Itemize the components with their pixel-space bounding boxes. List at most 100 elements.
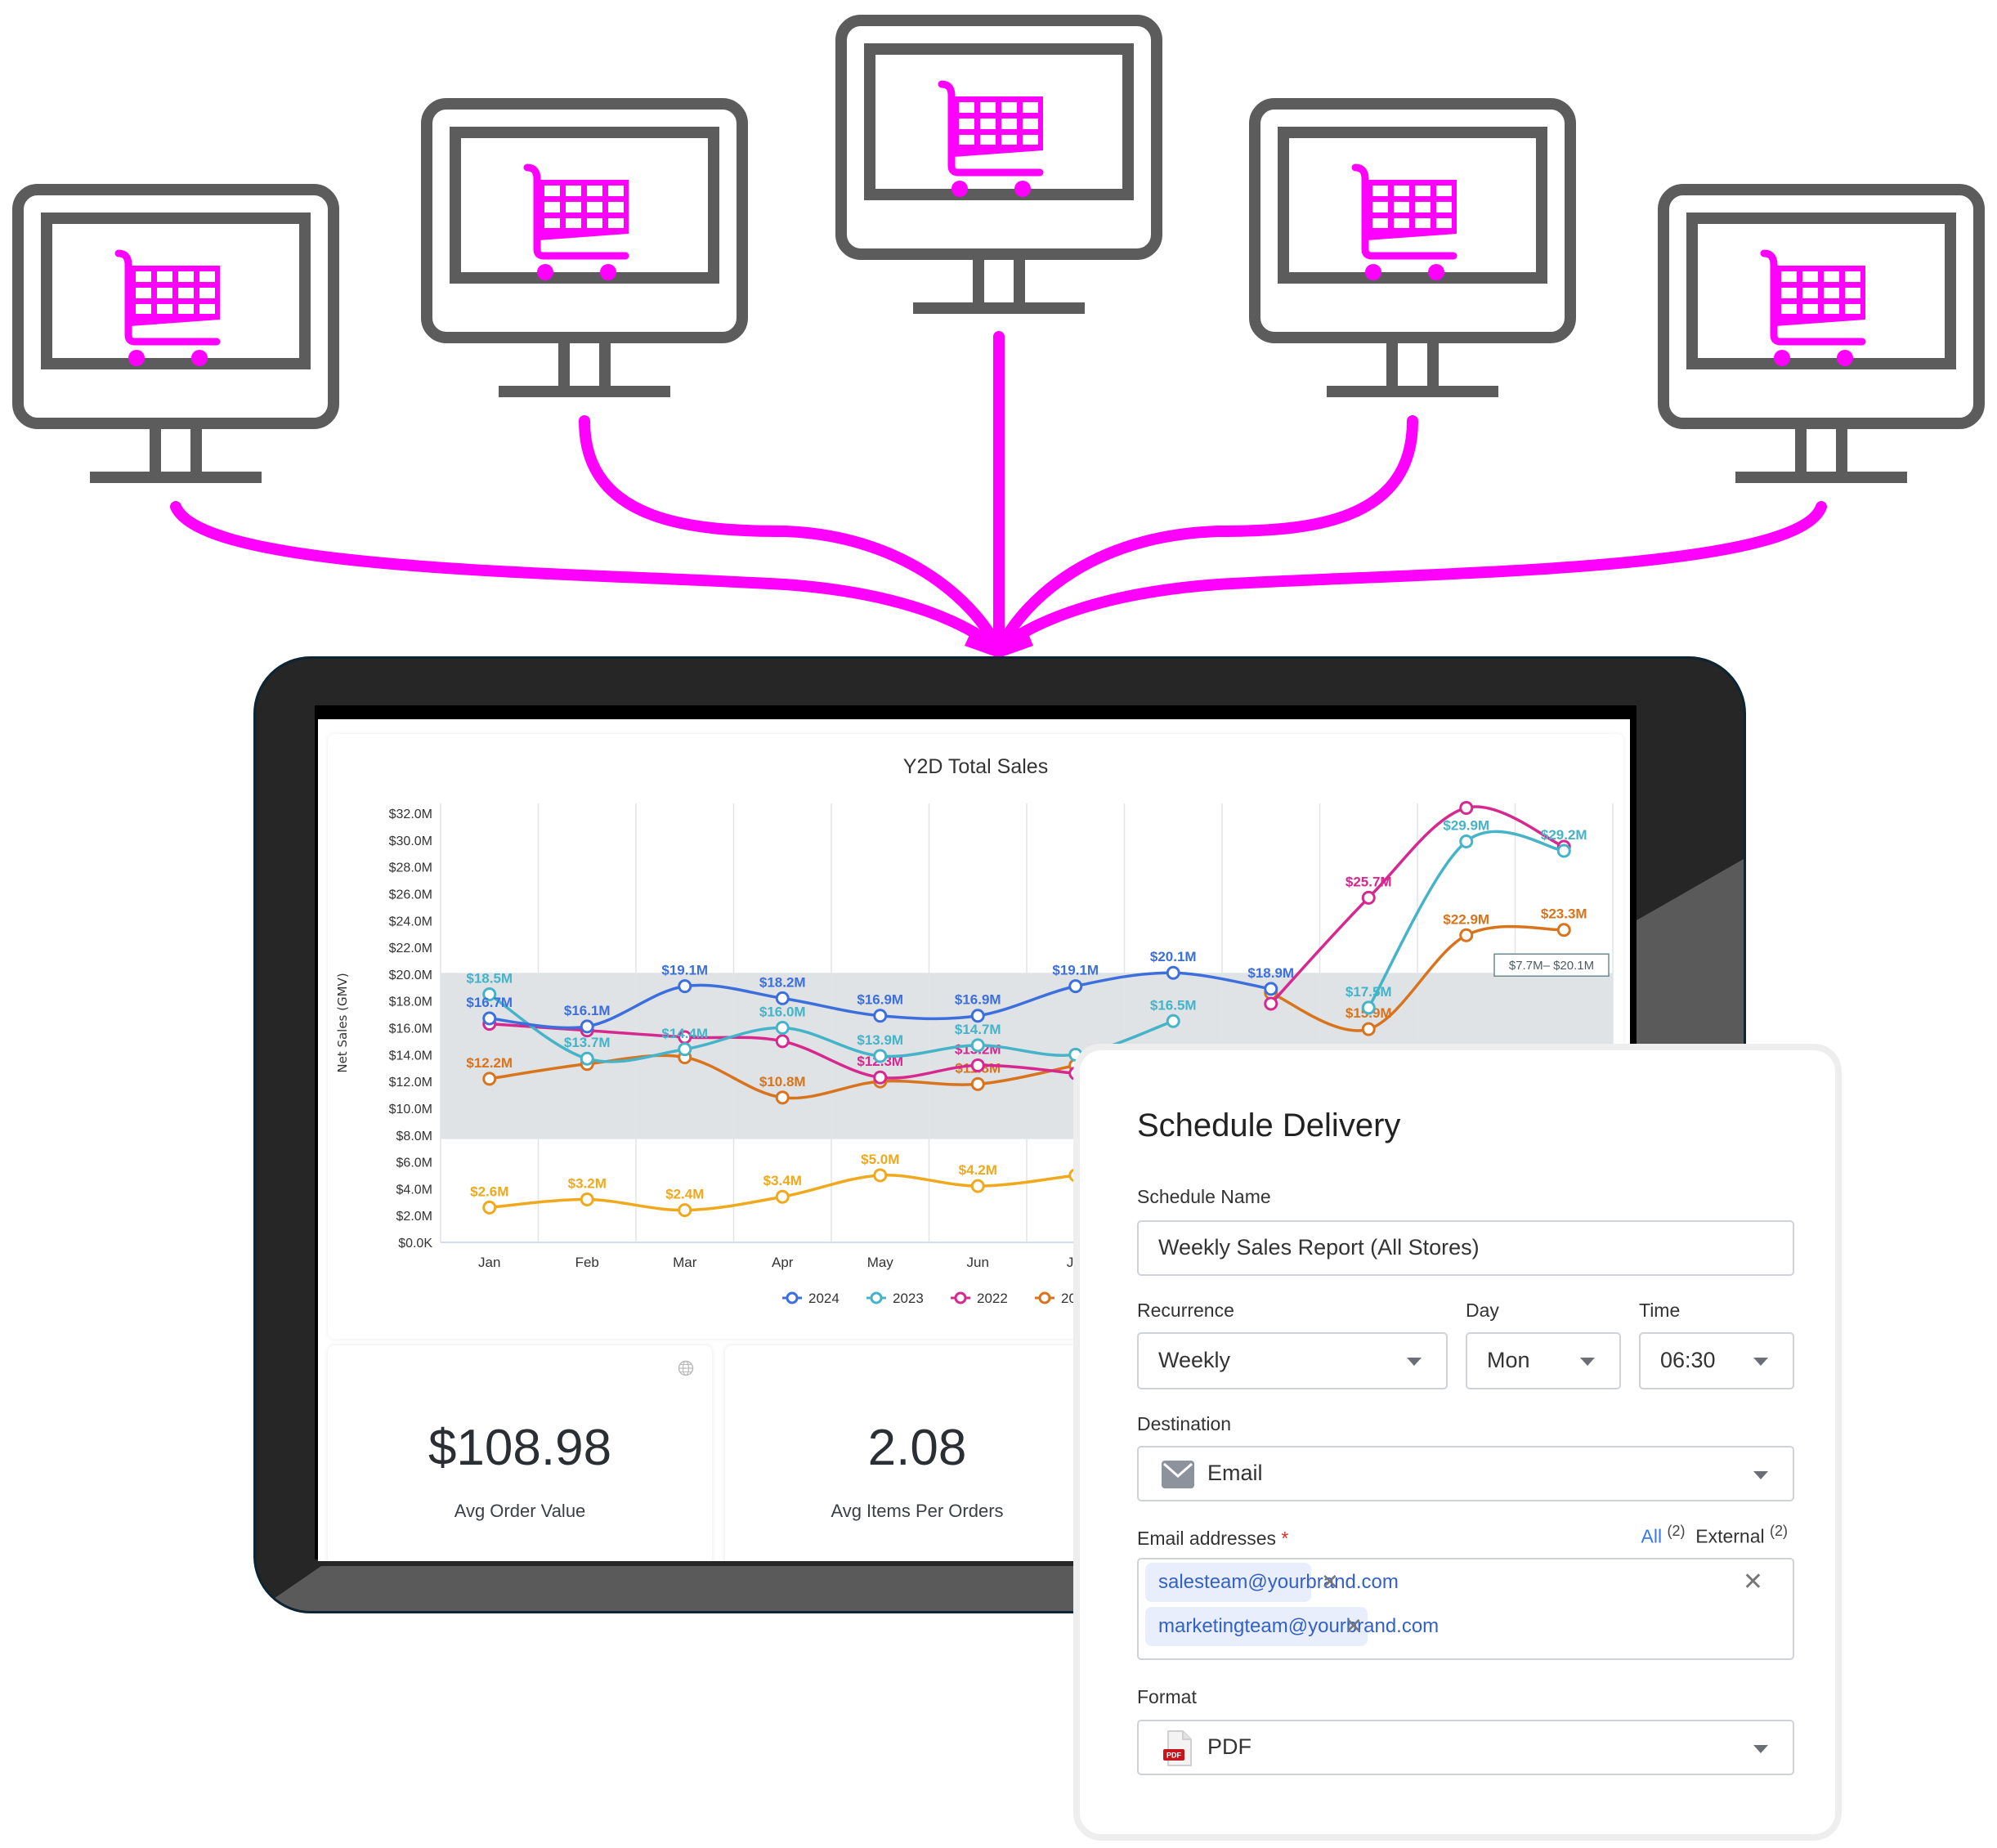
data-point-2024 (580, 1019, 594, 1034)
legend-marker (1038, 1291, 1051, 1304)
x-tick-label: Mar (673, 1255, 697, 1270)
data-point-2022 (1459, 800, 1474, 815)
clear-all-icon[interactable]: ✕ (1743, 1568, 1763, 1596)
kpi-value: $108.98 (428, 1420, 612, 1476)
data-point-2024 (873, 1009, 888, 1023)
chevron-down-icon (1407, 1358, 1422, 1366)
y-tick-label: $8.0M (396, 1130, 432, 1143)
data-label-2024: $18.9M (1247, 965, 1294, 981)
globe-icon[interactable] (678, 1360, 694, 1376)
shopping-cart-icon (1351, 163, 1457, 280)
data-label-2022: $25.7M (1346, 874, 1392, 889)
data-point-2022 (873, 1070, 888, 1085)
band-range-text: $7.7M– $20.1M (1509, 959, 1594, 973)
data-label-2020: $5.0M (861, 1152, 899, 1167)
y-tick-label: $16.0M (389, 1022, 432, 1036)
data-point-2022 (1361, 890, 1376, 905)
data-label-2024: $20.1M (1150, 949, 1197, 964)
remove-chip-icon[interactable]: ✕ (1321, 1569, 1339, 1595)
schedule-delivery-dialog: Schedule Delivery Schedule Name Weekly S… (1073, 1044, 1842, 1841)
recurrence-select[interactable]: Weekly (1137, 1332, 1448, 1389)
data-label-2024: $19.1M (1052, 963, 1099, 978)
data-point-2021 (1556, 923, 1571, 937)
email-chip-text: salesteam@yourbrand.com (1158, 1571, 1399, 1593)
data-point-2024 (1166, 965, 1180, 980)
data-point-2022 (970, 1058, 985, 1072)
shopping-cart-icon (114, 249, 221, 366)
monitor-icon (835, 15, 1162, 314)
connector-5 (993, 501, 1827, 656)
day-select[interactable]: Mon (1466, 1332, 1621, 1389)
y-tick-label: $2.0M (396, 1210, 432, 1224)
chevron-down-icon (1753, 1358, 1768, 1366)
x-tick-label: Jun (967, 1255, 989, 1270)
required-mark: * (1281, 1528, 1289, 1549)
monitor-icon (1249, 98, 1576, 397)
format-value: PDF (1207, 1734, 1251, 1759)
recurrence-label: Recurrence (1137, 1300, 1234, 1321)
connector-arrows (170, 331, 1827, 656)
dialog-title: Schedule Delivery (1137, 1107, 1401, 1143)
schedule-name-input[interactable]: Weekly Sales Report (All Stores) (1137, 1220, 1794, 1276)
kpi-value: 2.08 (867, 1420, 967, 1476)
filter-external-link[interactable]: External (1695, 1526, 1764, 1547)
legend-marker (870, 1291, 883, 1304)
data-point-2024 (678, 979, 692, 994)
data-point-2024 (482, 1011, 497, 1026)
format-select[interactable]: PDF PDF (1137, 1720, 1794, 1775)
email-filter: All (2) External (2) (1641, 1523, 1789, 1548)
data-label-2020: $2.4M (665, 1187, 704, 1202)
data-label-2023: $14.7M (955, 1022, 1001, 1037)
data-point-2021 (482, 1072, 497, 1086)
legend-marker (786, 1291, 799, 1304)
data-label-2024: $18.2M (759, 974, 806, 990)
monitor-icon (421, 98, 748, 397)
data-label-2020: $2.6M (470, 1184, 508, 1199)
data-label-2023: $29.9M (1443, 817, 1489, 833)
data-label-2020: $3.4M (763, 1173, 802, 1188)
email-chip: salesteam@yourbrand.com ✕ (1145, 1563, 1399, 1602)
chevron-down-icon (1753, 1745, 1768, 1753)
data-point-2022 (775, 1034, 790, 1049)
filter-external-count: (2) (1770, 1523, 1788, 1539)
y-tick-label: $12.0M (389, 1076, 432, 1090)
monitor-icon (1658, 184, 1985, 483)
destination-select[interactable]: Email (1137, 1446, 1794, 1501)
data-label-2021: $10.8M (759, 1074, 806, 1090)
y-tick-label: $28.0M (389, 861, 432, 875)
data-label-2021: $12.2M (466, 1055, 513, 1071)
email-addresses-input[interactable]: salesteam@yourbrand.com ✕ marketingteam@… (1137, 1558, 1794, 1660)
day-label: Day (1466, 1300, 1499, 1321)
data-label-2023: $14.4M (661, 1026, 708, 1041)
remove-chip-icon[interactable]: ✕ (1345, 1613, 1363, 1639)
data-point-2020 (580, 1192, 594, 1206)
data-point-2024 (1068, 979, 1083, 994)
data-point-2023 (1166, 1013, 1180, 1028)
data-point-2021 (970, 1076, 985, 1091)
time-select[interactable]: 06:30 (1639, 1332, 1794, 1389)
email-chip-text: marketingteam@yourbrand.com (1158, 1615, 1440, 1637)
kpi-label: Avg Items Per Orders (831, 1501, 1004, 1521)
data-label-2024: $16.9M (955, 992, 1001, 1008)
y-tick-label: $24.0M (389, 915, 432, 928)
data-point-2020 (482, 1200, 497, 1215)
schedule-name-label: Schedule Name (1137, 1186, 1271, 1207)
filter-all-link[interactable]: All (1641, 1526, 1663, 1547)
legend-label: 2024 (808, 1291, 840, 1306)
data-point-2020 (873, 1168, 888, 1183)
data-point-2023 (970, 1038, 985, 1053)
legend-marker (954, 1291, 967, 1304)
x-tick-label: Feb (575, 1255, 599, 1270)
x-tick-label: Apr (772, 1255, 794, 1270)
destination-label: Destination (1137, 1413, 1232, 1434)
data-label-2024: $16.7M (466, 995, 513, 1010)
x-tick-label: May (867, 1255, 894, 1270)
kpi-card-avg-items-per-order[interactable]: 2.08 Avg Items Per Orders (725, 1345, 1109, 1561)
data-label-2020: $4.2M (959, 1162, 997, 1178)
data-point-2021 (775, 1090, 790, 1105)
kpi-card-avg-order-value[interactable]: $108.98 Avg Order Value (328, 1345, 712, 1561)
time-value: 06:30 (1660, 1348, 1716, 1372)
data-label-2024: $16.1M (564, 1003, 611, 1018)
data-point-2023 (1459, 834, 1474, 848)
filter-all-count: (2) (1667, 1523, 1686, 1539)
